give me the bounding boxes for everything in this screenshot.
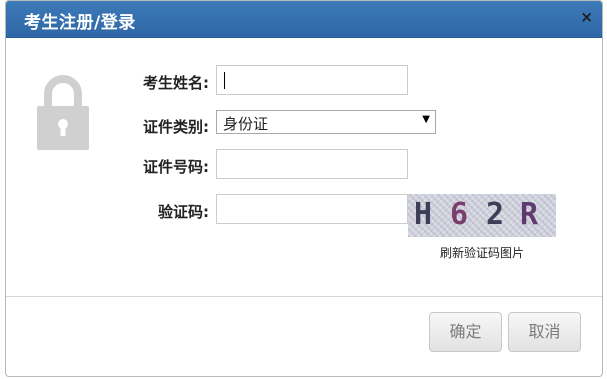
captcha-char: R <box>520 197 539 232</box>
close-icon[interactable]: × <box>580 8 593 26</box>
confirm-button[interactable]: 确定 <box>429 312 502 352</box>
captcha-image[interactable]: H 6 2 R <box>408 194 556 237</box>
captcha-input[interactable] <box>216 194 408 224</box>
text-caret <box>224 72 225 89</box>
refresh-captcha-link[interactable]: 刷新验证码图片 <box>408 244 556 261</box>
chevron-down-icon: ▼ <box>422 114 430 125</box>
dialog-header: 考生注册/登录 × <box>6 1 602 38</box>
cancel-button[interactable]: 取消 <box>508 312 581 352</box>
id-type-select[interactable]: 身份证 ▼ <box>216 110 436 134</box>
captcha-char: H <box>414 197 433 232</box>
captcha-char: 2 <box>486 197 505 232</box>
dialog-title: 考生注册/登录 <box>24 13 136 33</box>
footer-divider <box>6 296 602 297</box>
name-label: 考生姓名: <box>143 74 209 92</box>
register-login-dialog: 考生注册/登录 × 考生姓名: 证件类别: 身份证 ▼ 证件号码: 验证码: H… <box>5 0 603 377</box>
id-type-label: 证件类别: <box>143 118 209 136</box>
captcha-char: 6 <box>450 197 469 232</box>
name-input[interactable] <box>216 65 408 95</box>
id-type-selected-value: 身份证 <box>223 115 269 133</box>
lock-icon <box>37 75 89 150</box>
captcha-label: 验证码: <box>158 203 209 221</box>
id-number-label: 证件号码: <box>143 158 209 176</box>
id-number-input[interactable] <box>216 149 408 179</box>
